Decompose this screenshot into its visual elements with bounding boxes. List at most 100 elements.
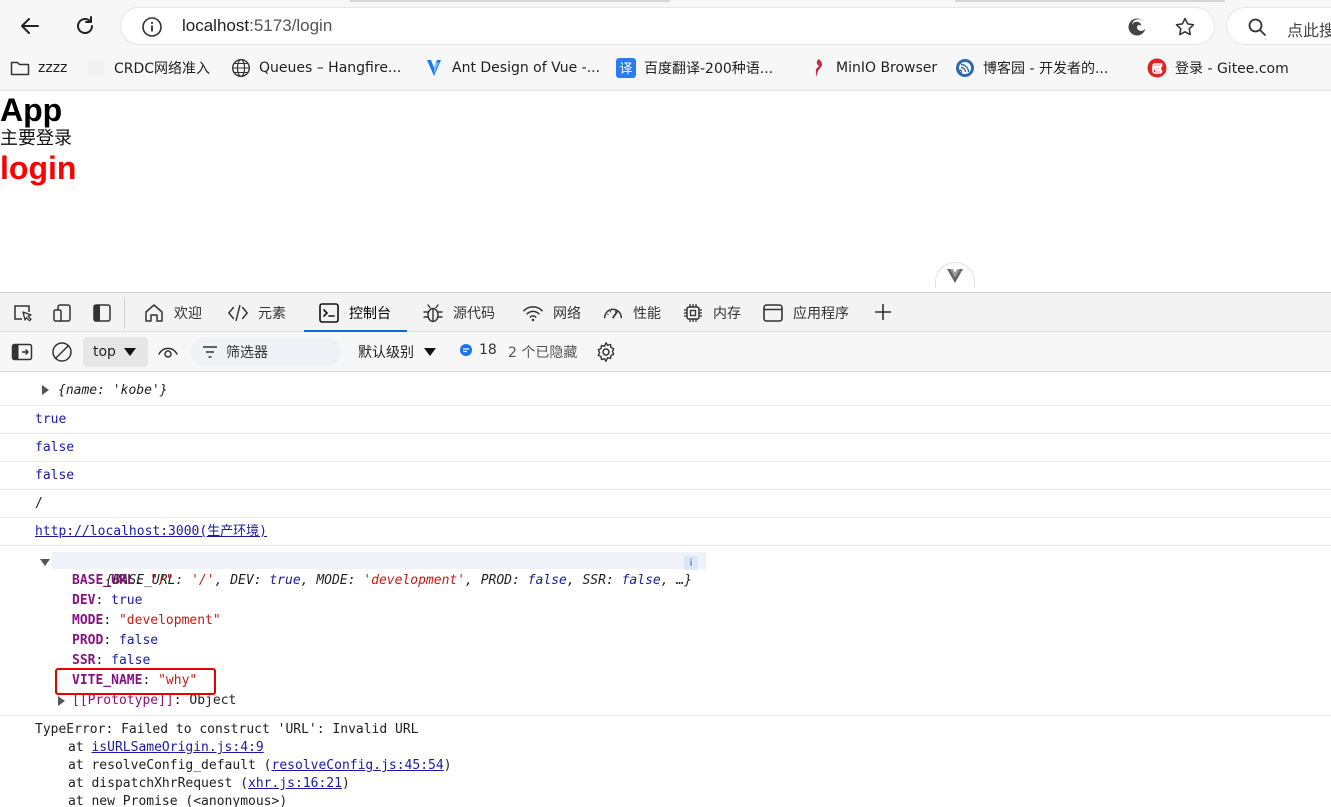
source-link[interactable]: resolveConfig.js:45:54 bbox=[272, 758, 444, 773]
vue-devtools-toggle[interactable] bbox=[935, 262, 975, 288]
page-subtitle: 主要登录 bbox=[0, 128, 72, 149]
bookmark-zzzz[interactable]: zzzz bbox=[10, 57, 67, 79]
bookmark-hangfire[interactable]: Queues – Hangfire... bbox=[231, 57, 401, 79]
source-link[interactable]: isURLSameOrigin.js:4:9 bbox=[91, 740, 263, 755]
context-value: top bbox=[93, 344, 116, 360]
filter-placeholder: 筛选器 bbox=[226, 345, 268, 361]
filter-icon bbox=[203, 346, 217, 358]
tab-application[interactable]: 应用程序 bbox=[762, 293, 849, 332]
globe-icon bbox=[231, 58, 251, 78]
frame-function: dispatchXhrRequest ( bbox=[91, 776, 249, 791]
bookmark-label: MinIO Browser bbox=[836, 60, 938, 76]
vue-logo-icon bbox=[947, 268, 963, 283]
frame-function: resolveConfig_default ( bbox=[91, 758, 272, 773]
inspect-icon bbox=[14, 305, 32, 322]
summary-value: false bbox=[621, 573, 661, 588]
info-icon[interactable] bbox=[141, 16, 163, 38]
tab-console[interactable]: 控制台 bbox=[304, 293, 407, 333]
bookmark-gitee[interactable]: 登录 - Gitee.com bbox=[1147, 57, 1289, 79]
bookmark-label: 博客园 - 开发者的... bbox=[983, 61, 1109, 77]
address-bar[interactable]: localhost:5173/login bbox=[120, 7, 1215, 45]
console-output: {name: 'kobe'} true false false / http:/… bbox=[0, 373, 1331, 807]
frame-function: new Promise (<anonymous>) bbox=[91, 794, 288, 807]
console-link[interactable]: http://localhost:3000(生产环境) bbox=[35, 523, 267, 541]
tab-label: 性能 bbox=[633, 305, 661, 322]
summary-key: SSR bbox=[582, 573, 606, 588]
message-icon bbox=[459, 343, 473, 357]
tab-edge[interactable] bbox=[955, 0, 1225, 2]
bug-icon bbox=[422, 302, 444, 324]
bookmark-label: Queues – Hangfire... bbox=[259, 60, 402, 76]
browser-toolbar: localhost:5173/login 点此搜 bbox=[0, 6, 1331, 46]
info-badge-icon[interactable]: i bbox=[684, 556, 698, 570]
arrow-left-icon bbox=[21, 18, 39, 34]
hidden-count[interactable]: 2 个已隐藏 bbox=[508, 342, 577, 362]
inspect-element-button[interactable] bbox=[11, 302, 35, 324]
bookmark-minio[interactable]: MinIO Browser bbox=[808, 57, 937, 79]
back-button[interactable] bbox=[12, 8, 48, 44]
block-icon bbox=[52, 342, 72, 362]
reload-button[interactable] bbox=[67, 8, 103, 44]
clear-console-button[interactable] bbox=[50, 341, 74, 363]
error-message: TypeError: Failed to construct 'URL': In… bbox=[35, 722, 419, 737]
bookmark-crdc[interactable]: CRDC网络准入 bbox=[86, 57, 210, 79]
bookmark-antd-vue[interactable]: Ant Design of Vue -... bbox=[424, 57, 600, 79]
stack-frame: at resolveConfig_default (resolveConfig.… bbox=[68, 757, 452, 775]
sidebar-toggle-icon bbox=[11, 343, 33, 361]
gear-icon bbox=[597, 342, 615, 362]
console-sidebar-button[interactable] bbox=[10, 341, 34, 363]
url-path: :5173/login bbox=[249, 16, 333, 35]
filter-input[interactable]: 筛选器 bbox=[191, 337, 341, 367]
tab-label: 元素 bbox=[258, 305, 286, 322]
tab-edge[interactable] bbox=[350, 0, 670, 2]
edge-copilot-icon[interactable] bbox=[1126, 16, 1148, 38]
cnblogs-icon bbox=[955, 58, 975, 78]
svg-text:译: 译 bbox=[619, 62, 632, 77]
console-settings-button[interactable] bbox=[594, 341, 618, 363]
search-box[interactable]: 点此搜 bbox=[1226, 7, 1331, 45]
tab-network[interactable]: 网络 bbox=[522, 293, 581, 332]
property-value: true bbox=[111, 593, 143, 608]
property-key: BASE_URL bbox=[72, 573, 135, 588]
tab-sources[interactable]: 源代码 bbox=[422, 293, 495, 332]
url-text[interactable]: localhost:5173/login bbox=[182, 16, 332, 36]
tab-welcome[interactable]: 欢迎 bbox=[143, 293, 202, 332]
tab-elements[interactable]: 元素 bbox=[227, 293, 286, 332]
collapse-arrow-icon[interactable] bbox=[40, 559, 50, 566]
message-count[interactable]: 18 bbox=[459, 342, 497, 358]
dock-side-button[interactable] bbox=[90, 302, 114, 324]
log-level-selector[interactable]: 默认级别 bbox=[358, 342, 436, 362]
property-value: false bbox=[118, 633, 159, 648]
device-emulation-button[interactable] bbox=[50, 302, 74, 324]
more-tools-button[interactable] bbox=[872, 301, 894, 323]
device-icon bbox=[53, 304, 71, 322]
frame-suffix: ) bbox=[341, 776, 350, 791]
live-expression-button[interactable] bbox=[156, 341, 180, 363]
property-key: MODE bbox=[72, 613, 104, 628]
chevron-down-icon bbox=[424, 348, 436, 356]
bookmark-baidu-fanyi[interactable]: 译 百度翻译-200种语... bbox=[616, 57, 773, 79]
source-link[interactable]: xhr.js:16:21 bbox=[248, 776, 342, 791]
tab-memory[interactable]: 内存 bbox=[682, 293, 741, 332]
frame-prefix: at bbox=[68, 758, 92, 773]
route-label: login bbox=[0, 150, 77, 186]
frame-prefix: at bbox=[68, 794, 92, 807]
bookmark-cnblogs[interactable]: 博客园 - 开发者的... bbox=[955, 57, 1108, 79]
gauge-icon bbox=[602, 302, 624, 324]
object-property: MODE: "development" bbox=[72, 613, 221, 628]
console-message: http://localhost:3000(生产环境) bbox=[0, 518, 1331, 546]
expand-arrow-icon[interactable] bbox=[42, 385, 49, 395]
code-icon bbox=[227, 302, 249, 324]
expand-arrow-icon[interactable] bbox=[58, 696, 65, 706]
console-value: / bbox=[35, 496, 43, 511]
tab-performance[interactable]: 性能 bbox=[602, 293, 661, 332]
context-selector[interactable]: top bbox=[83, 337, 148, 367]
console-message[interactable]: {name: 'kobe'} bbox=[0, 373, 1331, 406]
star-icon[interactable] bbox=[1174, 16, 1196, 38]
frame-prefix: at bbox=[68, 740, 92, 755]
message-count-value: 18 bbox=[479, 342, 497, 358]
property-value: "/" bbox=[150, 573, 174, 588]
console-toolbar: top 筛选器 默认级别 18 2 个已隐藏 bbox=[0, 332, 1331, 372]
tab-label: 应用程序 bbox=[793, 305, 849, 322]
object-property: PROD: false bbox=[72, 633, 159, 648]
